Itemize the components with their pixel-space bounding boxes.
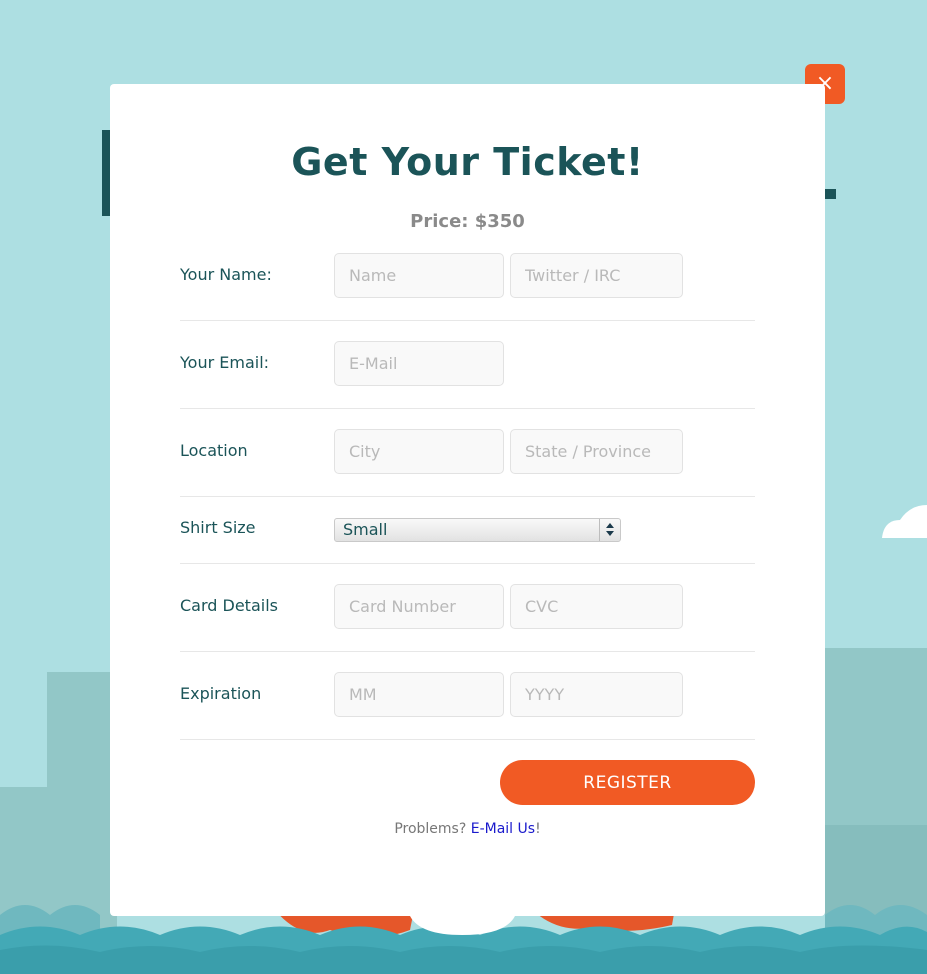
problems-suffix: ! bbox=[535, 821, 541, 837]
register-button[interactable]: REGISTER bbox=[500, 760, 755, 805]
modal-title: Get Your Ticket! bbox=[291, 140, 644, 184]
shirt-size-label: Shirt Size bbox=[180, 518, 256, 537]
city-input[interactable] bbox=[334, 429, 504, 474]
email-us-link[interactable]: E-Mail Us bbox=[471, 821, 535, 837]
ticket-modal: Get Your Ticket! Price: $350 Your Name: … bbox=[110, 84, 825, 916]
email-label: Your Email: bbox=[180, 353, 270, 372]
form-row-email: Your Email: bbox=[180, 321, 755, 409]
form-row-expiration: Expiration bbox=[180, 652, 755, 740]
state-province-input[interactable] bbox=[510, 429, 683, 474]
twitter-irc-input[interactable] bbox=[510, 253, 683, 298]
expiration-label: Expiration bbox=[180, 684, 262, 703]
name-input[interactable] bbox=[334, 253, 504, 298]
form-row-card: Card Details bbox=[180, 564, 755, 652]
email-input[interactable] bbox=[334, 341, 504, 386]
form-row-shirt: Shirt Size Small bbox=[180, 497, 755, 564]
problems-label: Problems? bbox=[394, 821, 471, 837]
expiration-month-input[interactable] bbox=[334, 672, 504, 717]
form-row-name: Your Name: bbox=[180, 248, 755, 321]
shirt-size-select[interactable]: Small bbox=[334, 518, 621, 542]
select-arrows-icon bbox=[599, 519, 620, 541]
location-label: Location bbox=[180, 441, 248, 460]
name-label: Your Name: bbox=[180, 265, 272, 284]
problems-text: Problems? E-Mail Us! bbox=[110, 821, 825, 837]
bg-title-dot bbox=[825, 189, 836, 199]
wave-front bbox=[0, 945, 927, 974]
price-label: Price: $350 bbox=[410, 211, 525, 232]
card-number-input[interactable] bbox=[334, 584, 504, 629]
cvc-input[interactable] bbox=[510, 584, 683, 629]
expiration-year-input[interactable] bbox=[510, 672, 683, 717]
shirt-size-value: Small bbox=[343, 520, 388, 539]
form-row-location: Location bbox=[180, 409, 755, 497]
card-details-label: Card Details bbox=[180, 596, 278, 615]
